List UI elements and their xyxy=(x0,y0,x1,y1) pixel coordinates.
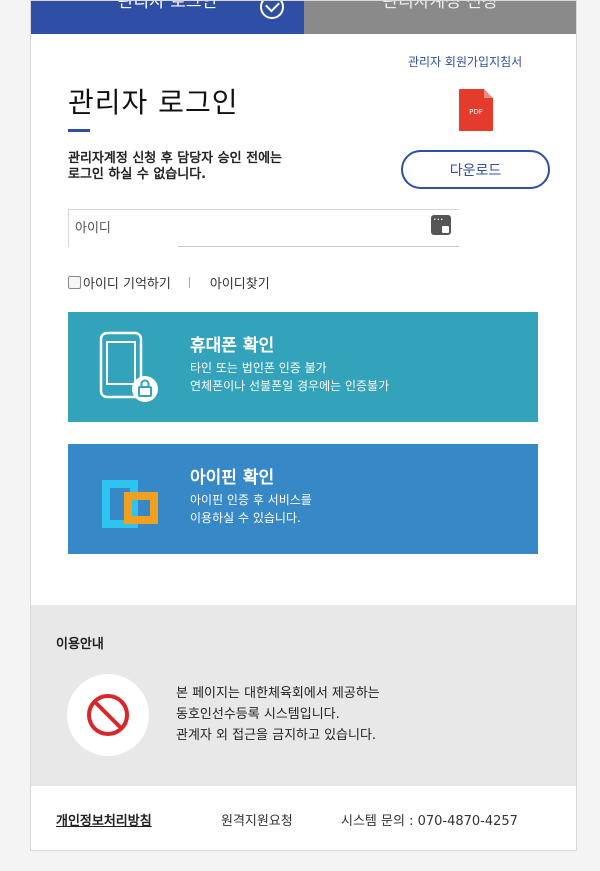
remote-support-link[interactable]: 원격지원요청 xyxy=(221,810,293,829)
pdf-icon[interactable]: PDF xyxy=(459,89,493,131)
title-underline xyxy=(68,129,90,132)
login-notice-line1: 관리자계정 신청 후 담당자 승인 전에는 xyxy=(68,151,282,166)
usage-info-line1: 본 페이지는 대한체육회에서 제공하는 xyxy=(176,686,380,701)
system-contact: 시스템 문의 : 070-4870-4257 xyxy=(341,814,518,829)
id-field-underline xyxy=(178,246,459,247)
ipin-auth-title: 아이핀 확인 xyxy=(190,468,275,488)
usage-info-text: 본 페이지는 대한체육회에서 제공하는 동호인선수등록 시스템입니다. 관계자 … xyxy=(176,683,380,746)
phone-auth-title: 휴대폰 확인 xyxy=(190,336,275,356)
tab-admin-login[interactable]: 관리자 로그인 xyxy=(31,1,304,34)
ipin-auth-desc: 아이핀 인증 후 서비스를 이용하실 수 있습니다. xyxy=(190,491,312,527)
remember-id-label[interactable]: 아이디 기억하기 xyxy=(83,273,171,292)
phone-auth-desc-line1: 타인 또는 법인폰 인증 불가 xyxy=(190,361,327,375)
usage-info-title: 이용안내 xyxy=(56,637,104,652)
page: 관리자 로그인 관리자계정 신청 관리자 회원가입지침서 PDF 관리자 로그인… xyxy=(0,0,600,871)
ipin-icon xyxy=(102,480,158,528)
find-id-link[interactable]: 아이디찾기 xyxy=(210,273,270,292)
privacy-policy-link[interactable]: 개인정보처리방침 xyxy=(56,810,152,829)
ipin-auth-desc-line2: 이용하실 수 있습니다. xyxy=(190,511,301,525)
id-input[interactable] xyxy=(75,217,375,239)
login-notice-line2: 로그인 하실 수 없습니다. xyxy=(68,167,207,182)
remember-row: 아이디 기억하기 아이디찾기 xyxy=(68,273,270,292)
check-circle-icon xyxy=(260,1,284,19)
phone-auth-desc: 타인 또는 법인폰 인증 불가 연체폰이나 선불폰일 경우에는 인증불가 xyxy=(190,359,389,395)
login-notice: 관리자계정 신청 후 담당자 승인 전에는 로그인 하실 수 없습니다. xyxy=(68,151,282,183)
tab-admin-apply-label: 관리자계정 신청 xyxy=(382,1,498,12)
phone-auth-button[interactable]: 휴대폰 확인 타인 또는 법인폰 인증 불가 연체폰이나 선불폰일 경우에는 인… xyxy=(68,312,538,422)
page-title: 관리자 로그인 xyxy=(68,86,239,119)
login-card: 관리자 로그인 관리자계정 신청 관리자 회원가입지침서 PDF 관리자 로그인… xyxy=(30,0,577,851)
pdf-icon-label: PDF xyxy=(469,108,483,116)
ipin-auth-desc-line1: 아이핀 인증 후 서비스를 xyxy=(190,493,312,507)
divider xyxy=(188,277,190,288)
no-entry-icon xyxy=(87,694,129,736)
phone-auth-desc-line2: 연체폰이나 선불폰일 경우에는 인증불가 xyxy=(190,379,390,393)
ipin-auth-button[interactable]: 아이핀 확인 아이핀 인증 후 서비스를 이용하실 수 있습니다. xyxy=(68,444,538,554)
tab-admin-login-label: 관리자 로그인 xyxy=(117,1,218,12)
usage-info-section: 이용안내 본 페이지는 대한체육회에서 제공하는 동호인선수등록 시스템입니다.… xyxy=(31,605,576,786)
usage-info-line2: 동호인선수등록 시스템입니다. xyxy=(176,707,340,722)
tab-admin-apply[interactable]: 관리자계정 신청 xyxy=(304,1,576,34)
keypad-icon[interactable] xyxy=(431,213,451,235)
no-entry-icon-container xyxy=(67,674,149,756)
phone-lock-icon xyxy=(99,331,158,402)
signup-guide-link[interactable]: 관리자 회원가입지침서 xyxy=(408,53,522,70)
usage-info-line3: 관계자 외 접근을 금지하고 있습니다. xyxy=(176,728,377,743)
footer: 개인정보처리방침 원격지원요청 시스템 문의 : 070-4870-4257 xyxy=(31,786,576,850)
download-button[interactable]: 다운로드 xyxy=(401,150,550,189)
tab-bar: 관리자 로그인 관리자계정 신청 xyxy=(31,1,576,34)
remember-id-checkbox[interactable] xyxy=(68,276,81,289)
